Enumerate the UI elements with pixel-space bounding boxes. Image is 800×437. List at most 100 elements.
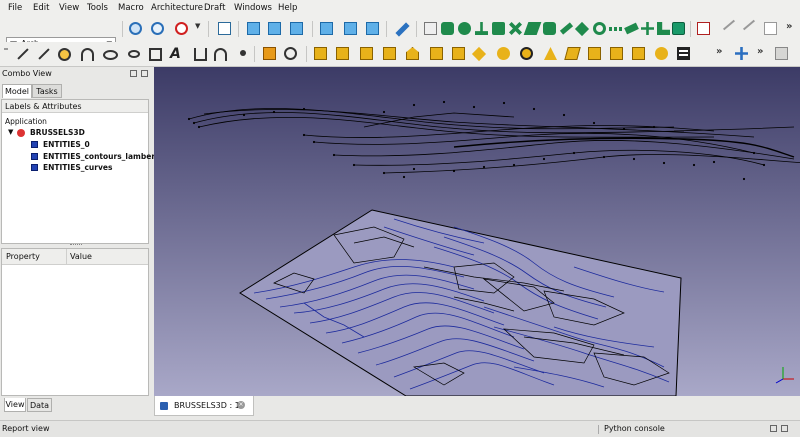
splitter-handle[interactable] (70, 244, 82, 247)
arch-roof-icon[interactable] (406, 47, 419, 60)
toolbar-separator (312, 21, 313, 37)
draft-shapestring-icon[interactable] (263, 47, 276, 60)
snap-ortho-icon[interactable] (574, 21, 590, 37)
arch-schedule-icon[interactable] (677, 47, 690, 60)
menu-macro[interactable]: Macro (118, 3, 144, 13)
part-container-icon[interactable] (764, 22, 777, 35)
menu-architecture[interactable]: Architecture (151, 3, 203, 13)
close-panel-icon[interactable] (141, 70, 148, 77)
toolbar-overflow-icon[interactable]: » (757, 46, 763, 57)
snap-endpoint-icon[interactable] (458, 22, 471, 35)
macro-icon[interactable] (775, 47, 788, 60)
tree-object[interactable]: ENTITIES_contours_lambert (43, 152, 159, 161)
snap-toggle-icon[interactable] (672, 22, 685, 35)
fit-selection-icon[interactable] (151, 22, 164, 35)
draft-dimension-icon[interactable] (194, 48, 207, 61)
snap-intersection-icon[interactable] (509, 22, 522, 35)
view-isometric-icon[interactable] (218, 22, 231, 35)
toolbar-separator (208, 21, 209, 37)
mesh-object-icon (31, 164, 38, 171)
snap-lock-icon[interactable] (441, 22, 454, 35)
menu-draft[interactable]: Draft (204, 3, 225, 13)
menu-help[interactable]: Help (278, 3, 297, 13)
draft-arc-icon[interactable] (81, 48, 94, 61)
arch-rebar-icon[interactable] (360, 47, 373, 60)
arch-floor-icon[interactable] (610, 47, 623, 60)
arch-wall-icon[interactable] (314, 47, 327, 60)
view-rear-icon[interactable] (320, 22, 333, 35)
view-front-icon[interactable] (247, 22, 260, 35)
snap-perpendicular-icon[interactable] (475, 22, 488, 35)
float-panel-icon[interactable] (130, 70, 137, 77)
snap-dimensions-icon[interactable] (609, 27, 622, 31)
menu-edit[interactable]: Edit (33, 3, 49, 13)
draft-rectangle-icon[interactable] (149, 48, 162, 61)
draw-style-icon[interactable] (175, 22, 188, 35)
tree-object[interactable]: ENTITIES_0 (43, 140, 90, 149)
tab-model[interactable]: Model (2, 84, 32, 98)
draft-bspline-icon[interactable] (214, 48, 227, 61)
snap-special-icon[interactable] (641, 22, 654, 35)
view-left-icon[interactable] (366, 22, 379, 35)
measure-icon[interactable] (395, 22, 410, 37)
chevron-down-icon[interactable]: ▼ (8, 128, 13, 136)
toolbar-separator (306, 46, 307, 62)
link-sub-icon[interactable] (742, 19, 756, 31)
draft-text-icon[interactable]: A (170, 46, 183, 62)
view-right-icon[interactable] (290, 22, 303, 35)
draft-move-icon[interactable] (735, 47, 748, 60)
grid-icon[interactable] (424, 22, 437, 35)
toolbar-handle[interactable] (4, 48, 8, 50)
draft-polygon-icon[interactable] (128, 50, 140, 58)
draft-point-icon[interactable] (240, 50, 246, 56)
draft-wire-icon[interactable] (38, 48, 50, 60)
tree-object[interactable]: ENTITIES_curves (43, 163, 112, 172)
arch-space-icon[interactable] (588, 47, 601, 60)
menu-windows[interactable]: Windows (234, 3, 272, 13)
snap-angle-icon[interactable] (624, 22, 639, 35)
menu-view[interactable]: View (59, 3, 79, 13)
close-panel-icon[interactable] (781, 425, 788, 432)
fit-all-icon[interactable] (129, 22, 142, 35)
3d-viewport[interactable] (154, 67, 800, 396)
view-bottom-icon[interactable] (344, 22, 357, 35)
float-panel-icon[interactable] (770, 425, 777, 432)
draft-circle-icon[interactable] (58, 48, 71, 61)
snap-near-icon[interactable] (559, 22, 574, 35)
tab-view[interactable]: View (4, 398, 26, 412)
tab-data[interactable]: Data (27, 398, 52, 412)
report-view-label[interactable]: Report view (2, 424, 49, 433)
draft-facebinder-icon[interactable] (284, 47, 297, 60)
tab-tasks[interactable]: Tasks (32, 84, 62, 98)
arch-stairs-icon[interactable] (430, 47, 443, 60)
tree-document[interactable]: BRUSSELS3D (30, 128, 85, 137)
snap-extension-icon[interactable] (543, 22, 556, 35)
python-console-label[interactable]: Python console (604, 424, 665, 433)
link-icon[interactable] (722, 19, 736, 31)
arch-equipment-icon[interactable] (471, 46, 487, 62)
draft-ellipse-icon[interactable] (103, 50, 118, 60)
arch-panel-icon[interactable] (452, 47, 465, 60)
menu-file[interactable]: File (8, 3, 22, 13)
selection-filter-icon[interactable] (697, 22, 710, 35)
draft-line-icon[interactable] (17, 48, 29, 60)
arch-window-icon[interactable] (383, 47, 396, 60)
menu-tools[interactable]: Tools (87, 3, 108, 13)
snap-midpoint-icon[interactable] (492, 22, 505, 35)
snap-parallel-icon[interactable] (523, 22, 542, 35)
arch-profile-icon[interactable] (564, 47, 581, 60)
snap-center-icon[interactable] (593, 22, 606, 35)
document-tab[interactable]: BRUSSELS3D : 1* × (154, 396, 254, 416)
arch-fence-icon[interactable] (520, 47, 533, 60)
toolbar-overflow-icon[interactable]: » (786, 21, 792, 32)
view-top-icon[interactable] (268, 22, 281, 35)
arch-building-icon[interactable] (632, 47, 645, 60)
arch-frame-icon[interactable] (497, 47, 510, 60)
arch-site-icon[interactable] (655, 47, 668, 60)
close-tab-icon[interactable]: × (237, 401, 245, 409)
chevron-down-icon[interactable]: ▼ (195, 22, 200, 30)
toolbar-overflow-icon[interactable]: » (716, 46, 722, 57)
snap-working-plane-icon[interactable] (657, 22, 670, 35)
arch-structure-icon[interactable] (336, 47, 349, 60)
arch-truss-icon[interactable] (544, 47, 557, 60)
